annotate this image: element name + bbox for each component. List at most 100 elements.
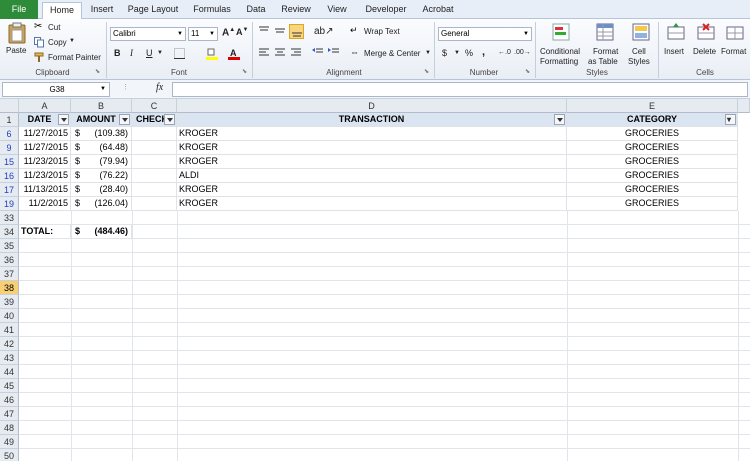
date-cell[interactable]: 11/27/2015 [19,127,71,141]
transaction-cell[interactable]: KROGER [177,155,567,169]
column-header-c[interactable]: C [132,99,177,113]
row-header[interactable]: 42 [0,337,19,351]
tab-home[interactable]: Home [42,2,82,19]
category-cell[interactable]: GROCERIES [567,155,738,169]
amount-cell[interactable]: $ (28.40) [71,183,132,197]
amount-cell[interactable]: $ (126.04) [71,197,132,211]
date-cell[interactable]: 11/2/2015 [19,197,71,211]
check-cell[interactable] [132,155,177,169]
tab-formulas[interactable]: Formulas [188,2,236,19]
tab-data[interactable]: Data [240,2,272,19]
clipboard-dialog-launcher-icon[interactable]: ⬊ [95,68,100,75]
filter-dropdown-icon[interactable] [58,114,69,125]
category-cell[interactable]: GROCERIES [567,197,738,211]
row-header[interactable]: 49 [0,435,19,449]
transaction-cell[interactable]: KROGER [177,183,567,197]
filter-applied-icon[interactable] [725,114,736,125]
comma-icon[interactable]: , [482,46,485,58]
align-left-icon[interactable] [258,48,270,58]
row-header[interactable]: 43 [0,351,19,365]
insert-function-icon[interactable]: fx [156,82,163,93]
check-cell[interactable] [132,127,177,141]
wrap-text-button[interactable]: ↵ Wrap Text [350,25,410,38]
row-header[interactable]: 36 [0,253,19,267]
column-header-b[interactable]: B [71,99,132,113]
copy-button[interactable]: Copy ▼ [34,37,79,49]
tab-insert[interactable]: Insert [85,2,119,19]
merge-center-button[interactable]: ⇔ Merge & Center ▼ [350,47,432,60]
italic-icon[interactable]: I [130,48,133,58]
font-name-dropdown[interactable]: Calibri ▼ [110,27,186,41]
increase-decimal-icon[interactable]: ←.0 [498,49,511,56]
date-cell[interactable]: 11/27/2015 [19,141,71,155]
category-cell[interactable]: GROCERIES [567,169,738,183]
tab-view[interactable]: View [320,2,354,19]
row-header[interactable]: 6 [0,127,19,141]
category-cell[interactable]: GROCERIES [567,127,738,141]
chevron-down-icon[interactable]: ▼ [157,50,163,56]
align-middle-icon[interactable] [274,26,286,36]
font-color-icon[interactable]: A [228,47,240,60]
header-cell-check[interactable]: CHECK [132,113,177,127]
column-header-a[interactable]: A [19,99,71,113]
filter-dropdown-icon[interactable] [554,114,565,125]
formula-input[interactable] [172,82,748,97]
font-dialog-launcher-icon[interactable]: ⬊ [242,68,247,75]
select-all-corner[interactable] [0,99,19,113]
number-dialog-launcher-icon[interactable]: ⬊ [525,68,530,75]
amount-cell[interactable]: $ (79.94) [71,155,132,169]
row-header[interactable]: 34 [0,225,19,239]
tab-acrobat[interactable]: Acrobat [418,2,458,19]
cut-button[interactable]: ✂ Cut [34,22,74,34]
increase-indent-icon[interactable] [328,48,340,58]
transaction-cell[interactable]: ALDI [177,169,567,183]
font-size-dropdown[interactable]: 11 ▼ [188,27,218,41]
tab-review[interactable]: Review [276,2,316,19]
row-header-selected[interactable]: 38 [0,281,19,295]
row-header[interactable]: 46 [0,393,19,407]
column-header-e[interactable]: E [567,99,738,113]
align-center-icon[interactable] [274,48,286,58]
header-cell-transaction[interactable]: TRANSACTION [177,113,567,127]
fill-color-icon[interactable] [205,47,219,60]
date-cell[interactable]: 11/23/2015 [19,155,71,169]
orientation-icon[interactable]: ab↗ [314,26,334,37]
amount-cell[interactable]: $ (64.48) [71,141,132,155]
row-header[interactable]: 39 [0,295,19,309]
bold-icon[interactable]: B [114,48,121,58]
header-cell-category[interactable]: CATEGORY [567,113,738,127]
column-header-d[interactable]: D [177,99,567,113]
tab-page-layout[interactable]: Page Layout [124,2,182,19]
align-top-icon[interactable] [258,26,270,36]
check-cell[interactable] [132,141,177,155]
tab-file[interactable]: File [0,0,38,19]
row-header[interactable]: 1 [0,113,19,127]
date-cell[interactable]: 11/23/2015 [19,169,71,183]
percent-icon[interactable]: % [465,48,473,58]
tab-developer[interactable]: Developer [358,2,414,19]
row-header[interactable]: 15 [0,155,19,169]
category-cell[interactable]: GROCERIES [567,141,738,155]
row-header[interactable]: 37 [0,267,19,281]
name-box[interactable]: G38 ▼ [2,82,110,97]
transaction-cell[interactable]: KROGER [177,197,567,211]
amount-cell[interactable]: $ (76.22) [71,169,132,183]
check-cell[interactable] [132,169,177,183]
decrease-indent-icon[interactable] [312,48,324,58]
currency-icon[interactable]: $ [442,48,447,58]
delete-cells-button[interactable]: Delete [692,21,720,67]
row-header[interactable]: 47 [0,407,19,421]
transaction-cell[interactable]: KROGER [177,127,567,141]
cell-styles-button[interactable]: Cell Styles [626,21,656,67]
insert-cells-button[interactable]: Insert [662,21,690,67]
format-as-table-button[interactable]: Format as Table [588,21,624,67]
conditional-formatting-button[interactable]: Conditional Formatting [538,21,586,67]
chevron-down-icon[interactable]: ▼ [454,50,460,56]
row-header[interactable]: 17 [0,183,19,197]
header-cell-amount[interactable]: AMOUNT [71,113,132,127]
decrease-decimal-icon[interactable]: .00→ [514,49,531,56]
row-header[interactable]: 16 [0,169,19,183]
row-header[interactable]: 9 [0,141,19,155]
format-painter-button[interactable]: Format Painter [34,52,102,64]
paste-button[interactable]: Paste [4,21,30,65]
